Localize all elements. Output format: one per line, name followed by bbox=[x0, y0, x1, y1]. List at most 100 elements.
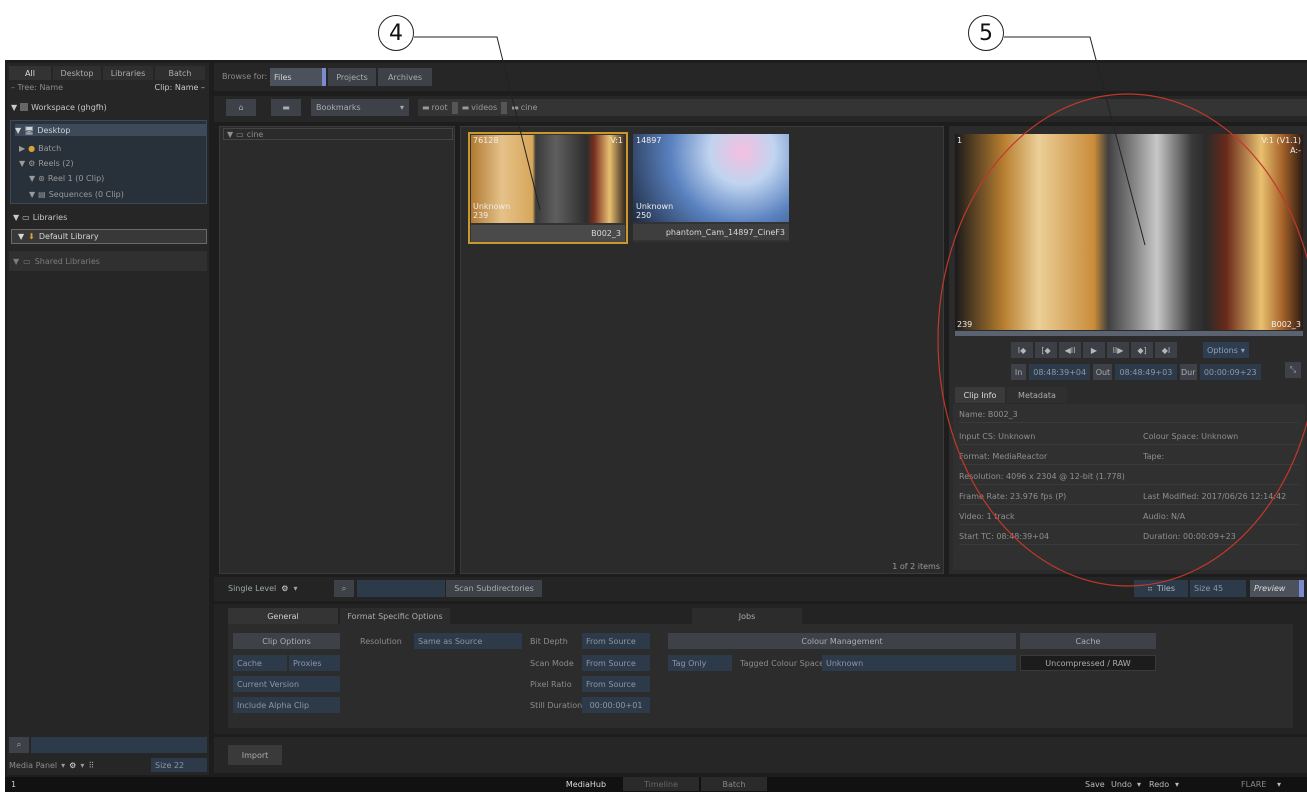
tree-sequences[interactable]: ▼ ▤ Sequences (0 Clip) bbox=[29, 188, 124, 200]
pixel-ratio-dropdown[interactable]: From Source bbox=[582, 676, 650, 692]
info-input-cs: Input CS: Unknown Colour Space: Unknown bbox=[959, 428, 1299, 445]
timecode-bar: In 08:48:39+04 Out 08:48:49+03 Dur 00:00… bbox=[1011, 364, 1261, 380]
resolution-dropdown[interactable]: Same as Source bbox=[414, 633, 522, 649]
single-level-dropdown[interactable]: Single Level ⚙ ▾ bbox=[228, 580, 324, 597]
mark-in-button[interactable]: [◆ bbox=[1035, 342, 1057, 358]
mark-out-button[interactable]: ◆] bbox=[1131, 342, 1153, 358]
expand-icon: ▼ bbox=[29, 173, 36, 183]
breadcrumb-root[interactable]: ▬ root bbox=[422, 103, 448, 112]
left-search-input[interactable] bbox=[31, 737, 207, 753]
info-format: Format: MediaReactor Tape: bbox=[959, 448, 1299, 465]
library-icon: ⬇ bbox=[28, 232, 35, 241]
go-to-start-button[interactable]: I◆ bbox=[1011, 342, 1033, 358]
tab-clip-info[interactable]: Clip Info bbox=[955, 387, 1005, 403]
tiles-toggle[interactable]: ⠶ Tiles bbox=[1134, 580, 1188, 597]
chevron-down-icon: ▾ bbox=[293, 584, 298, 593]
thumbnail-b002-3[interactable]: 76128 V:1 Unknown 239 B002_3 bbox=[468, 132, 628, 244]
out-timecode-field[interactable]: 08:48:49+03 bbox=[1115, 364, 1177, 380]
tab-libraries[interactable]: Libraries bbox=[103, 66, 153, 80]
cache-toggle[interactable]: Cache bbox=[233, 655, 287, 671]
proxies-toggle[interactable]: Proxies bbox=[289, 655, 340, 671]
bit-depth-dropdown[interactable]: From Source bbox=[582, 633, 650, 649]
tab-batch-bottom[interactable]: Batch bbox=[701, 777, 767, 791]
bookmarks-label: Bookmarks bbox=[316, 103, 361, 112]
tab-metadata[interactable]: Metadata bbox=[1007, 387, 1067, 403]
current-version-toggle[interactable]: Current Version bbox=[233, 676, 340, 692]
tab-jobs[interactable]: Jobs bbox=[692, 608, 802, 624]
save-button[interactable]: Save bbox=[1085, 780, 1105, 789]
thumbnail-phantom[interactable]: 14897 Unknown 250 phantom_Cam_14897_Cine… bbox=[633, 134, 789, 242]
gear-icon[interactable]: ⚙ bbox=[281, 584, 288, 593]
browse-tab-archives[interactable]: Archives bbox=[378, 68, 432, 86]
chevron-down-icon[interactable]: ▾ bbox=[1277, 780, 1281, 789]
options-dropdown[interactable]: Options ▾ bbox=[1203, 342, 1249, 358]
browse-tab-projects[interactable]: Projects bbox=[328, 68, 376, 86]
list-view-icon[interactable]: ⠿ bbox=[88, 761, 94, 770]
tab-desktop[interactable]: Desktop bbox=[53, 66, 101, 80]
chevron-down-icon[interactable]: ▾ bbox=[61, 761, 65, 770]
play-button[interactable]: ▶ bbox=[1083, 342, 1105, 358]
gear-icon[interactable]: ⚙ bbox=[69, 761, 76, 770]
tagged-colour-space-field[interactable]: Unknown bbox=[822, 655, 1016, 671]
tree-reel1[interactable]: ▼ ⊛ Reel 1 (0 Clip) bbox=[29, 172, 104, 184]
search-icon[interactable]: ⌕ bbox=[9, 737, 29, 753]
chevron-down-icon[interactable]: ▾ bbox=[1175, 780, 1179, 789]
browse-tab-files[interactable]: Files bbox=[270, 68, 326, 86]
import-button[interactable]: Import bbox=[228, 745, 282, 765]
step-back-button[interactable]: ◀II bbox=[1059, 342, 1081, 358]
tag-only-dropdown[interactable]: Tag Only bbox=[668, 655, 732, 671]
chevron-down-icon[interactable]: ▾ bbox=[1137, 780, 1141, 789]
tab-timeline[interactable]: Timeline bbox=[623, 777, 699, 791]
tree-batch[interactable]: ▶ ● Batch bbox=[19, 142, 61, 154]
filter-search-input[interactable] bbox=[357, 580, 445, 597]
tree-libraries[interactable]: ▼ ▭ Libraries bbox=[13, 211, 67, 223]
folder-button[interactable]: ▬ bbox=[271, 99, 301, 116]
chevron-down-icon[interactable]: ▾ bbox=[80, 761, 84, 770]
size-field[interactable]: Size 22 bbox=[151, 758, 207, 772]
tab-general[interactable]: General bbox=[228, 608, 338, 624]
options-content: Clip Options Cache Proxies Current Versi… bbox=[228, 624, 1293, 728]
out-label: Out bbox=[1093, 364, 1113, 380]
viewer-scrub-bar[interactable] bbox=[955, 331, 1303, 336]
go-to-end-button[interactable]: ◆I bbox=[1155, 342, 1177, 358]
tree-header-left[interactable]: – Tree: Name bbox=[11, 83, 63, 92]
tree-workspace[interactable]: ▼ Workspace (ghgfh) bbox=[11, 101, 107, 113]
tree-desktop[interactable]: ▼ 🖥 Desktop bbox=[15, 124, 207, 136]
expand-icon: ▼ bbox=[11, 102, 18, 112]
scan-subdirectories-button[interactable]: Scan Subdirectories bbox=[446, 580, 542, 597]
undo-button[interactable]: Undo bbox=[1111, 780, 1132, 789]
still-duration-field[interactable]: 00:00:00+01 bbox=[582, 697, 650, 713]
tree-default-library[interactable]: ▼ ⬇ Default Library bbox=[11, 229, 207, 244]
expand-viewer-icon[interactable]: ⤡ bbox=[1285, 362, 1301, 378]
breadcrumb-cine[interactable]: ▬ cine bbox=[511, 103, 537, 112]
tab-format-specific[interactable]: Format Specific Options bbox=[340, 608, 450, 624]
browse-label: Browse for: bbox=[222, 72, 268, 81]
cache-format-dropdown[interactable]: Uncompressed / RAW bbox=[1020, 655, 1156, 671]
scan-mode-dropdown[interactable]: From Source bbox=[582, 655, 650, 671]
in-timecode-field[interactable]: 08:48:39+04 bbox=[1029, 364, 1091, 380]
tile-size-field[interactable]: Size 45 bbox=[1190, 580, 1246, 597]
tab-batch[interactable]: Batch bbox=[155, 66, 205, 80]
shared-libraries-row[interactable]: ▼ ▭ Shared Libraries bbox=[9, 251, 207, 271]
preview-toggle[interactable]: Preview bbox=[1250, 580, 1304, 597]
tree-reels[interactable]: ▼ ⚙ Reels (2) bbox=[19, 157, 74, 169]
folder-tree-row-cine[interactable]: ▼ ▭ cine bbox=[223, 128, 453, 140]
redo-button[interactable]: Redo bbox=[1149, 780, 1169, 789]
tiles-label: Tiles bbox=[1156, 584, 1176, 593]
search-icon[interactable]: ⌕ bbox=[334, 580, 354, 597]
chevron-down-icon: ▾ bbox=[1240, 345, 1245, 355]
home-button[interactable]: ⌂ bbox=[226, 99, 256, 116]
tab-mediahub[interactable]: MediaHub bbox=[561, 777, 611, 791]
dur-timecode-field[interactable]: 00:00:09+23 bbox=[1199, 364, 1261, 380]
cache-header: Cache bbox=[1020, 633, 1156, 649]
info-video-text: Video: 1 track bbox=[959, 511, 1015, 521]
tree-header-right[interactable]: Clip: Name – bbox=[155, 83, 206, 92]
tab-all[interactable]: All bbox=[9, 66, 51, 80]
include-alpha-toggle[interactable]: Include Alpha Clip bbox=[233, 697, 340, 713]
step-forward-button[interactable]: II▶ bbox=[1107, 342, 1129, 358]
media-panel-dropdown[interactable]: Media Panel bbox=[9, 761, 57, 770]
bookmarks-dropdown[interactable]: Bookmarks ▾ bbox=[311, 99, 409, 116]
tagged-colour-space-label: Tagged Colour Space bbox=[740, 659, 825, 668]
app-name[interactable]: FLARE bbox=[1241, 780, 1266, 789]
breadcrumb-videos[interactable]: ▬ videos bbox=[462, 103, 498, 112]
